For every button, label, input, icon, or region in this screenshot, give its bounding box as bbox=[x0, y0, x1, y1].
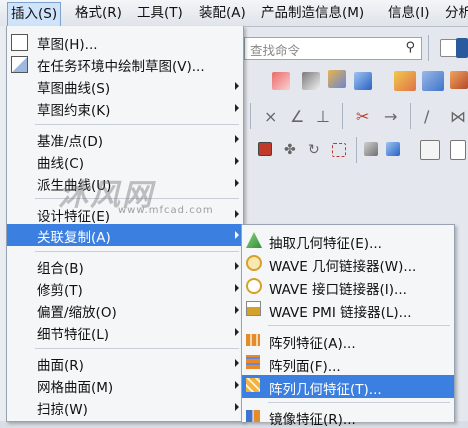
toolbar-row-selection: ✤ ↻ bbox=[244, 137, 468, 167]
selection-box-icon[interactable] bbox=[332, 143, 346, 157]
block-icon[interactable] bbox=[354, 72, 372, 90]
menu-separator bbox=[35, 348, 239, 349]
menu-information[interactable]: 信息(I) bbox=[385, 3, 433, 23]
pattern-feature-icon bbox=[246, 334, 260, 346]
menu-separator bbox=[35, 251, 239, 252]
submenu-item-wave-pmi-linker[interactable]: WAVE PMI 链接器(L)... bbox=[242, 298, 454, 321]
toolbar-divider bbox=[356, 137, 357, 163]
pattern-geometry-icon bbox=[246, 378, 260, 392]
submenu-arrow-icon bbox=[235, 262, 239, 270]
menu-item-associative-copy[interactable]: 关联复制(A) bbox=[7, 224, 243, 246]
view-orient-icon[interactable] bbox=[420, 140, 440, 160]
snap-point-icon[interactable] bbox=[258, 142, 272, 156]
submenu-arrow-icon bbox=[235, 403, 239, 411]
menu-item-offset-scale[interactable]: 偏置/缩放(O) bbox=[7, 299, 243, 321]
menu-pmi[interactable]: 产品制造信息(M) bbox=[258, 3, 367, 23]
cylinder-icon[interactable] bbox=[394, 71, 416, 91]
submenu-arrow-icon bbox=[235, 210, 239, 218]
submenu-arrow-icon bbox=[235, 306, 239, 314]
submenu-arrow-icon bbox=[235, 157, 239, 165]
toolbar-divider bbox=[410, 103, 411, 129]
menu-item-sketch-in-task[interactable]: 在任务环境中绘制草图(V)... bbox=[7, 53, 243, 75]
sphere-icon[interactable] bbox=[450, 71, 468, 89]
menu-assembly[interactable]: 装配(A) bbox=[196, 3, 249, 23]
menu-item-sketch[interactable]: 草图(H)... bbox=[7, 31, 243, 53]
angle-constraint-icon[interactable]: ∠ bbox=[290, 107, 308, 126]
menu-item-detail-feature[interactable]: 细节特征(L) bbox=[7, 321, 243, 343]
submenu-item-wave-geometry-linker[interactable]: WAVE 几何链接器(W)... bbox=[242, 252, 454, 275]
offset-icon[interactable]: ∕ bbox=[424, 107, 442, 126]
menu-bar: 插入(S) 格式(R) 工具(T) 装配(A) 产品制造信息(M) 信息(I) … bbox=[0, 0, 468, 27]
toolbar-divider bbox=[250, 103, 251, 129]
menu-item-sweep[interactable]: 扫掠(W) bbox=[7, 396, 243, 418]
associative-copy-submenu: 抽取几何特征(E)... WAVE 几何链接器(W)... WAVE 接口链接器… bbox=[241, 224, 455, 428]
cone-icon[interactable] bbox=[422, 71, 444, 91]
submenu-arrow-icon bbox=[235, 359, 239, 367]
submenu-arrow-icon bbox=[235, 135, 239, 143]
wave-geometry-linker-icon bbox=[246, 255, 262, 271]
submenu-item-pattern-face[interactable]: 阵列面(F)... bbox=[242, 352, 454, 375]
menu-item-trim[interactable]: 修剪(T) bbox=[7, 277, 243, 299]
menu-item-sketch-constraints[interactable]: 草图约束(K) bbox=[7, 97, 243, 119]
menu-item-sketch-curves[interactable]: 草图曲线(S) bbox=[7, 75, 243, 97]
feature-icon[interactable] bbox=[272, 72, 290, 90]
line-constraint-icon[interactable]: ⨯ bbox=[264, 107, 282, 126]
menu-format[interactable]: 格式(R) bbox=[72, 3, 125, 23]
submenu-arrow-icon bbox=[235, 104, 239, 112]
mirror-feature-icon bbox=[246, 410, 260, 422]
search-placeholder: 查找命令 bbox=[250, 43, 301, 58]
transform-icon[interactable]: ↻ bbox=[308, 142, 326, 160]
shade-icon[interactable] bbox=[364, 142, 378, 156]
pattern-face-icon bbox=[246, 355, 260, 369]
extend-icon[interactable]: → bbox=[384, 107, 402, 126]
wave-interface-linker-icon bbox=[246, 278, 262, 294]
extract-geometry-icon bbox=[246, 232, 262, 248]
menu-separator bbox=[268, 402, 450, 403]
menu-separator bbox=[35, 124, 239, 125]
wave-pmi-linker-icon bbox=[246, 301, 261, 316]
submenu-item-wave-interface-linker[interactable]: WAVE 接口链接器(I)... bbox=[242, 275, 454, 298]
render-style-icon[interactable] bbox=[386, 142, 400, 156]
move-object-icon[interactable]: ✤ bbox=[284, 142, 302, 160]
toolbar-divider bbox=[342, 103, 343, 129]
search-icon[interactable]: ⚲ bbox=[405, 40, 415, 55]
mirror-curve-icon[interactable]: ⋈ bbox=[450, 107, 468, 126]
view-fit-icon[interactable] bbox=[450, 140, 466, 160]
menu-separator bbox=[268, 325, 450, 326]
menu-insert[interactable]: 插入(S) bbox=[7, 2, 62, 27]
sketch-icon bbox=[11, 34, 28, 51]
menu-item-mesh-surface[interactable]: 网格曲面(M) bbox=[7, 374, 243, 396]
submenu-arrow-icon bbox=[235, 179, 239, 187]
task-sketch-icon bbox=[11, 56, 28, 73]
trim-icon[interactable]: ✂ bbox=[356, 107, 374, 126]
menu-item-surface[interactable]: 曲面(R) bbox=[7, 352, 243, 374]
menu-item-datum-point[interactable]: 基准/点(D) bbox=[7, 128, 243, 150]
perpendicular-icon[interactable]: ⊥ bbox=[316, 107, 334, 126]
extrude-icon[interactable] bbox=[302, 72, 320, 90]
menu-item-combine[interactable]: 组合(B) bbox=[7, 255, 243, 277]
watermark-url: www.mfcad.com bbox=[118, 205, 214, 216]
submenu-arrow-icon bbox=[235, 82, 239, 90]
toolbar-divider bbox=[428, 35, 429, 61]
submenu-item-pattern-feature[interactable]: 阵列特征(A)... bbox=[242, 329, 454, 352]
menu-analysis[interactable]: 分析 bbox=[442, 3, 468, 23]
toolbar-blue-icon[interactable] bbox=[456, 38, 468, 58]
command-search-box[interactable]: 查找命令 ⚲ bbox=[244, 37, 422, 60]
submenu-arrow-icon bbox=[235, 328, 239, 336]
revolve-icon[interactable] bbox=[328, 70, 346, 88]
toolbar-row-modeling bbox=[244, 66, 468, 96]
insert-menu: 草图(H)... 在任务环境中绘制草图(V)... 草图曲线(S) 草图约束(K… bbox=[6, 26, 244, 422]
submenu-arrow-icon bbox=[235, 231, 239, 239]
menu-tools[interactable]: 工具(T) bbox=[134, 3, 186, 23]
submenu-item-extract-geometry[interactable]: 抽取几何特征(E)... bbox=[242, 229, 454, 252]
menu-item-curve[interactable]: 曲线(C) bbox=[7, 150, 243, 172]
toolbar-row-sketch: ⨯ ∠ ⊥ ✂ → ∕ ⋈ bbox=[244, 101, 468, 131]
submenu-item-mirror-feature[interactable]: 镜像特征(R)... bbox=[242, 405, 454, 428]
submenu-item-pattern-geometry[interactable]: 阵列几何特征(T)... bbox=[242, 375, 454, 398]
submenu-arrow-icon bbox=[235, 381, 239, 389]
submenu-arrow-icon bbox=[235, 284, 239, 292]
